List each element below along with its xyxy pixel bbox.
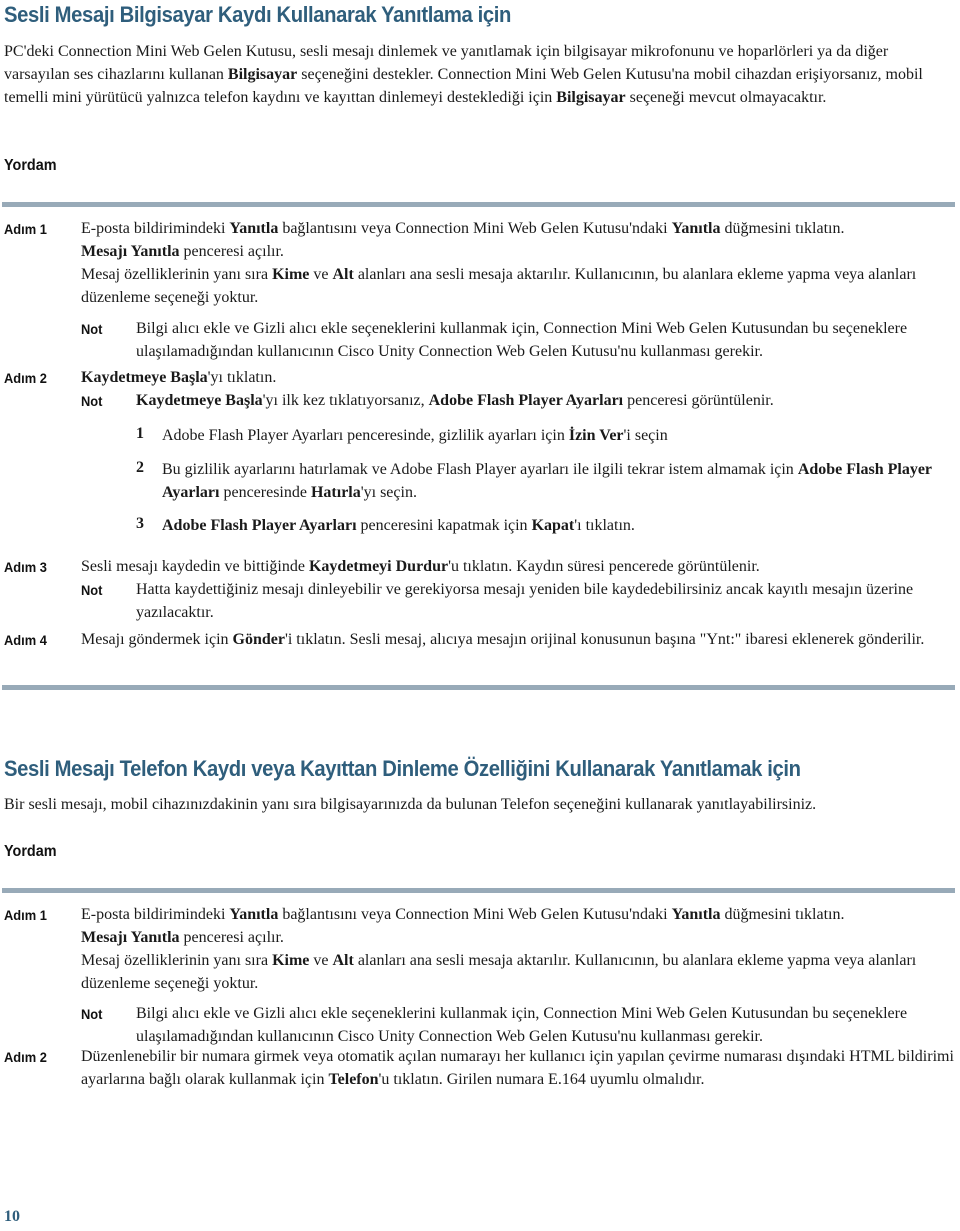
text-run: ve [309,952,333,969]
s2-step-1-line2: Mesajı Yanıtla penceresi açılır. [81,927,956,950]
text-run: düğmesini tıklatın. [720,220,845,237]
section-1-top-rule [2,202,955,207]
bold-term: Mesajı Yanıtla [81,243,180,260]
s1-step-2-label: Adım 2 [4,370,47,386]
text-run: bağlantısını veya Connection Mini Web Ge… [278,906,672,923]
text-run: Mesaj özelliklerinin yanı sıra [81,952,273,969]
s2-step-1-note: Bilgi alıcı ekle ve Gizli alıcı ekle seç… [136,1003,956,1048]
text-run: 'u tıklatın. Girilen numara E.164 uyumlu… [378,1070,705,1088]
s1-step-3-note-label: Not [81,582,103,598]
bold-term: Kime [272,266,310,283]
bold-term: Yanıtla [229,220,279,237]
s1-step-1-note-label: Not [81,321,103,337]
bold-term: Hatırla [310,483,361,501]
s2-step-2-label: Adım 2 [4,1049,47,1065]
s2-step-2-line1: Düzenlenebilir bir numara girmek veya ot… [81,1046,956,1091]
bold-term: Kaydetmeye Başla [81,369,208,386]
section-1-procedure-heading: Yordam [4,157,57,174]
text-run: 'i seçin [623,427,668,444]
section-1-title: Sesli Mesajı Bilgisayar Kaydı Kullanarak… [4,2,512,27]
s1-step-1-label: Adım 1 [4,221,47,237]
bold-term: Kime [272,952,310,969]
s1-step-3-line1: Sesli mesajı kaydedin ve bittiğinde Kayd… [81,556,956,579]
text-run: ve [309,266,333,283]
text-run: 'i tıklatın. Sesli mesaj, alıcıya mesajı… [284,631,925,648]
text-run: penceresini kapatmak için [356,517,532,534]
text-run: 'yı ilk kez tıklatıyorsanız, [262,392,429,409]
bold-term: Adobe Flash Player Ayarları [162,517,357,534]
section-2-intro: Bir sesli mesajı, mobil cihazınızdakinin… [4,793,956,816]
section-2-title: Sesli Mesajı Telefon Kaydı veya Kayıttan… [4,756,801,781]
text-run: Bilgi alıcı ekle ve Gizli alıcı ekle seç… [136,1005,908,1045]
text-run: bağlantısını veya Connection Mini Web Ge… [278,220,672,237]
text-run: Bu gizlilik ayarlarını hatırlamak ve Ado… [162,461,798,478]
bold-term: Bilgisayar [227,66,298,83]
s1-substep-3-number: 3 [136,515,144,532]
s1-step-2-line1: Kaydetmeye Başla'yı tıklatın. [81,367,956,390]
s1-step-1-line3: Mesaj özelliklerinin yanı sıra Kime ve A… [81,264,956,309]
s1-substep-1-text: Adobe Flash Player Ayarları penceresinde… [162,425,956,448]
text-run: 'yı tıklatın. [207,369,277,386]
text-run: Sesli mesajı kaydedin ve bittiğinde [81,558,309,575]
section-2-procedure-heading: Yordam [4,843,57,860]
s2-step-1-note-label: Not [81,1006,103,1022]
s1-step-4-label: Adım 4 [4,632,47,648]
bold-term: Kaydetmeye Başla [136,392,263,409]
bold-term: Yanıtla [671,906,721,923]
s1-step-1-line1: E-posta bildirimindeki Yanıtla bağlantıs… [81,218,956,241]
bold-term: Alt [332,952,354,969]
s1-step-3-note: Hatta kaydettiğiniz mesajı dinleyebilir … [136,579,956,624]
text-run: Mesajı göndermek için [81,631,233,648]
s1-step-2-note-label: Not [81,393,103,409]
text-run: 'ı tıklatın. [574,517,635,534]
text-run: Adobe Flash Player Ayarları penceresinde… [162,427,569,444]
bold-term: Kapat [531,517,575,534]
text-run: penceresi açılır. [179,929,284,946]
page-number: 10 [4,1208,20,1225]
bold-term: Yanıtla [229,906,279,923]
bold-term: Gönder [232,631,285,648]
bold-term: Adobe Flash Player Ayarları [428,392,624,409]
s1-step-3-label: Adım 3 [4,559,47,575]
s1-step-4-line1: Mesajı göndermek için Gönder'i tıklatın.… [81,629,956,652]
s1-step-2-note: Kaydetmeye Başla'yı ilk kez tıklatıyorsa… [136,390,956,413]
text-run: düğmesini tıklatın. [720,906,845,923]
text-run: penceresi görüntülenir. [623,392,774,409]
s1-step-1-line2: Mesajı Yanıtla penceresi açılır. [81,241,956,264]
bold-term: Kaydetmeyi Durdur [308,558,449,575]
bold-term: Mesajı Yanıtla [81,929,180,946]
s2-step-1-line1: E-posta bildirimindeki Yanıtla bağlantıs… [81,904,956,927]
text-run: E-posta bildirimindeki [81,906,230,923]
text-run: seçeneği mevcut olmayacaktır. [625,89,827,106]
bold-term: Yanıtla [671,220,721,237]
text-run: penceresi açılır. [179,243,284,260]
bold-term: Bilgisayar [556,89,626,106]
bold-term: İzin Ver [568,427,624,444]
text-run: Bilgi alıcı ekle ve Gizli alıcı ekle seç… [136,320,908,360]
text-run: 'yı seçin. [360,483,417,501]
text-run: Hatta kaydettiğiniz mesajı dinleyebilir … [136,581,914,621]
s1-substep-1-number: 1 [136,425,144,442]
s1-substep-3-text: Adobe Flash Player Ayarları penceresini … [162,515,956,538]
bold-term: Alt [332,266,354,283]
s2-step-1-line3: Mesaj özelliklerinin yanı sıra Kime ve A… [81,950,956,995]
text-run: Bir sesli mesajı, mobil cihazınızdakinin… [4,796,817,813]
text-run: E-posta bildirimindeki [81,220,230,237]
s2-step-1-label: Adım 1 [4,907,47,923]
s1-step-1-note: Bilgi alıcı ekle ve Gizli alıcı ekle seç… [136,318,956,363]
section-2-top-rule [2,888,955,893]
text-run: 'u tıklatın. Kaydın süresi pencerede gör… [448,558,760,575]
s1-substep-2-text: Bu gizlilik ayarlarını hatırlamak ve Ado… [162,459,956,504]
section-1-intro: PC'deki Connection Mini Web Gelen Kutusu… [4,40,956,109]
section-1-bottom-rule [2,685,955,690]
text-run: penceresinde [219,483,311,501]
s1-substep-2-number: 2 [136,459,144,476]
bold-term: Telefon [328,1070,379,1088]
text-run: Mesaj özelliklerinin yanı sıra [81,266,273,283]
